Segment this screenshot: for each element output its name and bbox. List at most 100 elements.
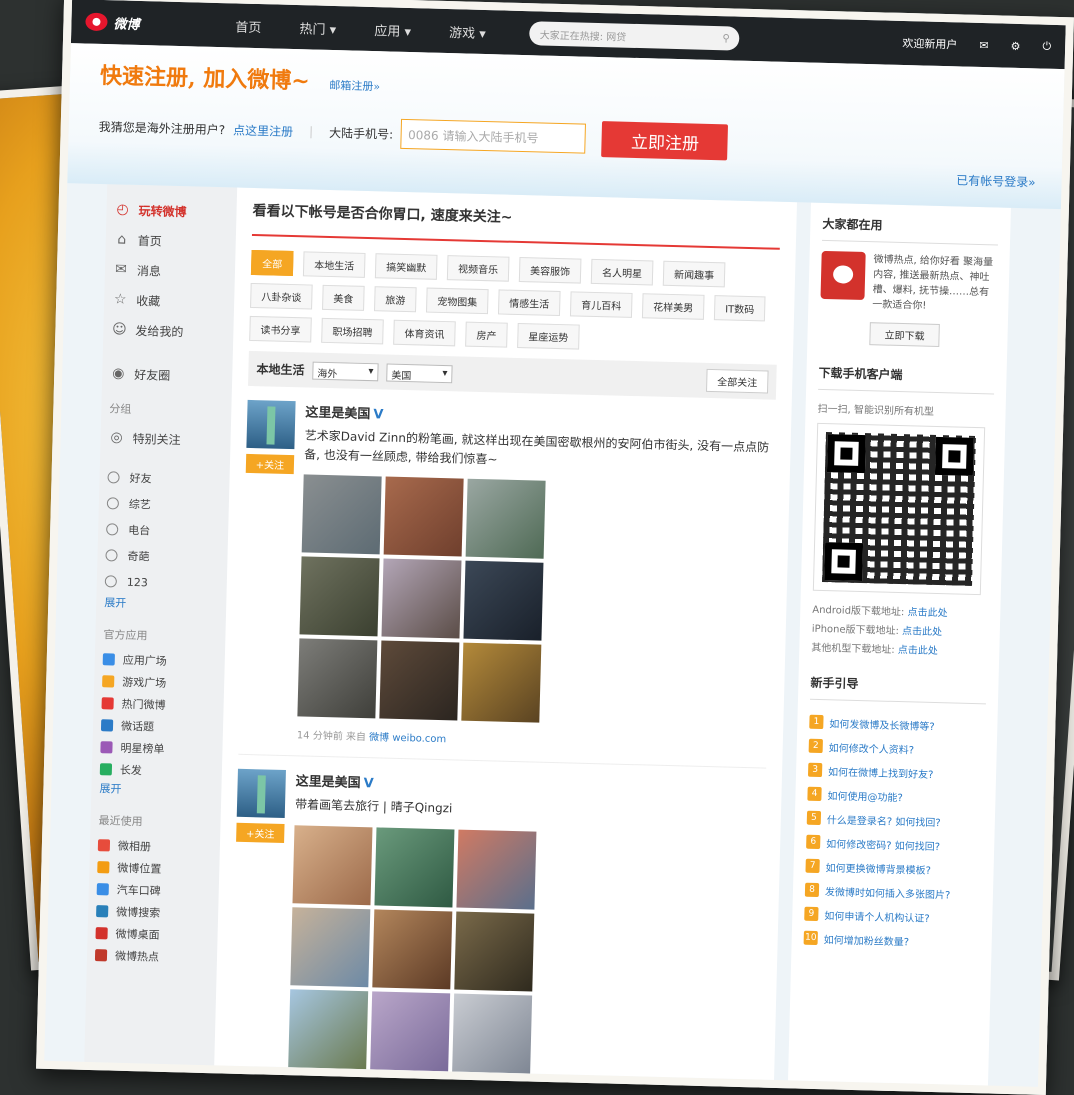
category-tag[interactable]: 美容服饰 bbox=[518, 256, 582, 284]
recent-item[interactable]: 微博搜索 bbox=[96, 900, 211, 925]
group-item[interactable]: 电台 bbox=[106, 516, 221, 545]
using-title: 大家都在用 bbox=[821, 214, 999, 246]
weibo-logo[interactable]: 微博 bbox=[85, 12, 235, 35]
email-register-link[interactable]: 邮箱注册» bbox=[329, 79, 380, 93]
post-photo[interactable] bbox=[454, 911, 535, 992]
gear-icon[interactable]: ⚙ bbox=[1010, 39, 1020, 52]
post-photo[interactable] bbox=[379, 640, 460, 721]
category-tag[interactable]: 宠物图集 bbox=[425, 287, 489, 315]
post-photo[interactable] bbox=[383, 476, 464, 557]
category-tag[interactable]: 本地生活 bbox=[302, 251, 366, 278]
search-input[interactable]: 大家正在热搜: 网贷 ⚲ bbox=[529, 21, 741, 51]
recent-item[interactable]: 微博热点 bbox=[94, 944, 210, 969]
overseas-register-link[interactable]: 点这里注册 bbox=[233, 121, 293, 140]
login-link[interactable]: 已有帐号登录» bbox=[956, 171, 1036, 190]
group-item[interactable]: 综艺 bbox=[106, 490, 222, 519]
sidebar-item-favorites[interactable]: ☆ 收藏 bbox=[112, 284, 227, 317]
post-photo[interactable] bbox=[288, 988, 369, 1069]
category-tag[interactable]: 读书分享 bbox=[249, 315, 312, 343]
app-item[interactable]: 游戏广场 bbox=[102, 670, 217, 695]
follow-button[interactable]: +关注 bbox=[245, 453, 295, 475]
mail-icon[interactable]: ✉ bbox=[979, 38, 989, 51]
nav-hot[interactable]: 热门 ▾ bbox=[299, 22, 336, 38]
group-item[interactable]: 好友 bbox=[107, 464, 222, 493]
category-tag[interactable]: 旅游 bbox=[374, 286, 417, 313]
app-item[interactable]: 应用广场 bbox=[102, 648, 218, 673]
post-photo[interactable] bbox=[297, 638, 378, 719]
client-title: 下载手机客户端 bbox=[818, 363, 995, 395]
register-button[interactable]: 立即注册 bbox=[601, 121, 729, 161]
category-tag[interactable]: 名人明星 bbox=[590, 258, 654, 286]
nav-apps[interactable]: 应用 ▾ bbox=[374, 24, 411, 40]
app-item[interactable]: 热门微博 bbox=[101, 692, 216, 717]
expand-apps-link[interactable]: 展开 bbox=[99, 780, 213, 803]
nav-home[interactable]: 首页 bbox=[235, 20, 261, 36]
category-tag[interactable]: 全部 bbox=[250, 249, 294, 277]
category-tag[interactable]: 美食 bbox=[322, 284, 365, 311]
radio-icon bbox=[107, 471, 120, 484]
welcome-text[interactable]: 欢迎新用户 bbox=[902, 35, 957, 52]
sidebar-item-sent-to-me[interactable]: ☺ 发给我的 bbox=[111, 314, 226, 347]
iphone-link[interactable]: 点击此处 bbox=[902, 626, 942, 638]
category-tag[interactable]: 育儿百科 bbox=[569, 291, 633, 318]
app-item[interactable]: 微话题 bbox=[100, 714, 216, 739]
post-photo[interactable] bbox=[381, 558, 462, 639]
post-photo[interactable] bbox=[452, 993, 533, 1074]
avatar[interactable] bbox=[246, 399, 296, 450]
recent-item[interactable]: 微博位置 bbox=[97, 856, 212, 881]
follow-all-button[interactable]: 全部关注 bbox=[706, 368, 769, 394]
search-icon[interactable]: ⚲ bbox=[722, 33, 730, 44]
category-tag[interactable]: 星座运势 bbox=[517, 322, 580, 350]
post-photo[interactable] bbox=[463, 561, 544, 642]
nav-games[interactable]: 游戏 ▾ bbox=[449, 26, 486, 42]
expand-groups-link[interactable]: 展开 bbox=[104, 594, 218, 617]
post-photo[interactable] bbox=[290, 906, 371, 987]
post-photo[interactable] bbox=[372, 908, 453, 989]
region-select[interactable]: 美国 ▾ bbox=[386, 363, 453, 383]
power-icon[interactable]: ⏻ bbox=[1042, 40, 1051, 54]
category-tag[interactable]: 体育资讯 bbox=[393, 319, 456, 347]
category-tag[interactable]: 搞笑幽默 bbox=[374, 253, 438, 280]
group-item[interactable]: 奇葩 bbox=[105, 542, 220, 571]
post-photo[interactable] bbox=[374, 826, 455, 908]
post-photo[interactable] bbox=[301, 474, 382, 555]
category-tag[interactable]: IT数码 bbox=[713, 295, 766, 322]
category-tag[interactable]: 花样美男 bbox=[641, 293, 705, 320]
app-item[interactable]: 长发 bbox=[99, 758, 215, 783]
category-tag[interactable]: 职场招聘 bbox=[321, 317, 384, 345]
follow-button[interactable]: +关注 bbox=[236, 823, 285, 844]
recent-item[interactable]: 微相册 bbox=[97, 834, 213, 859]
weibo-app-icon[interactable] bbox=[820, 250, 866, 301]
recent-item[interactable]: 汽车口碑 bbox=[96, 878, 211, 903]
sidebar-item-special[interactable]: ◎ 特别关注 bbox=[108, 422, 223, 455]
post-photo[interactable] bbox=[465, 479, 546, 560]
guide-item[interactable]: 10 如何增加粉丝数量? bbox=[803, 926, 980, 955]
sidebar-header[interactable]: ◴ 玩转微博 bbox=[114, 194, 229, 227]
feed-post: +关注 这里是美国 V 带着画笔去旅行 | 晴子Qingzi bbox=[229, 755, 767, 1095]
recent-item[interactable]: 微博桌面 bbox=[95, 922, 210, 947]
app-item[interactable]: 明星榜单 bbox=[100, 736, 215, 761]
guide-number-badge: 7 bbox=[805, 858, 820, 874]
sidebar-item-circle[interactable]: ◉ 好友圈 bbox=[110, 358, 225, 391]
post-photo[interactable] bbox=[299, 556, 380, 637]
post-photo[interactable] bbox=[292, 824, 373, 905]
post-source-link[interactable]: 微博 weibo.com bbox=[369, 733, 446, 746]
category-tag[interactable]: 房产 bbox=[465, 321, 508, 348]
phone-field[interactable]: 0086 请输入大陆手机号 bbox=[400, 118, 587, 154]
category-tag[interactable]: 视频音乐 bbox=[446, 255, 510, 282]
group-item[interactable]: 123 bbox=[104, 568, 220, 597]
country-select[interactable]: 海外 ▾ bbox=[312, 361, 379, 381]
sidebar-item-messages[interactable]: ✉ 消息 bbox=[113, 254, 228, 287]
post-photo[interactable] bbox=[456, 829, 537, 910]
category-tag[interactable]: 八卦杂谈 bbox=[250, 282, 313, 310]
avatar[interactable] bbox=[236, 769, 286, 819]
post-photo[interactable] bbox=[461, 643, 542, 724]
other-link[interactable]: 点击此处 bbox=[898, 645, 938, 657]
guide-number-badge: 5 bbox=[806, 810, 822, 826]
post-photo[interactable] bbox=[370, 990, 451, 1071]
category-tag[interactable]: 情感生活 bbox=[497, 289, 561, 317]
sidebar-item-home[interactable]: ⌂ 首页 bbox=[113, 224, 228, 257]
android-link[interactable]: 点击此处 bbox=[907, 607, 947, 619]
category-tag[interactable]: 新闻趣事 bbox=[662, 260, 726, 288]
download-button[interactable]: 立即下载 bbox=[869, 322, 940, 347]
